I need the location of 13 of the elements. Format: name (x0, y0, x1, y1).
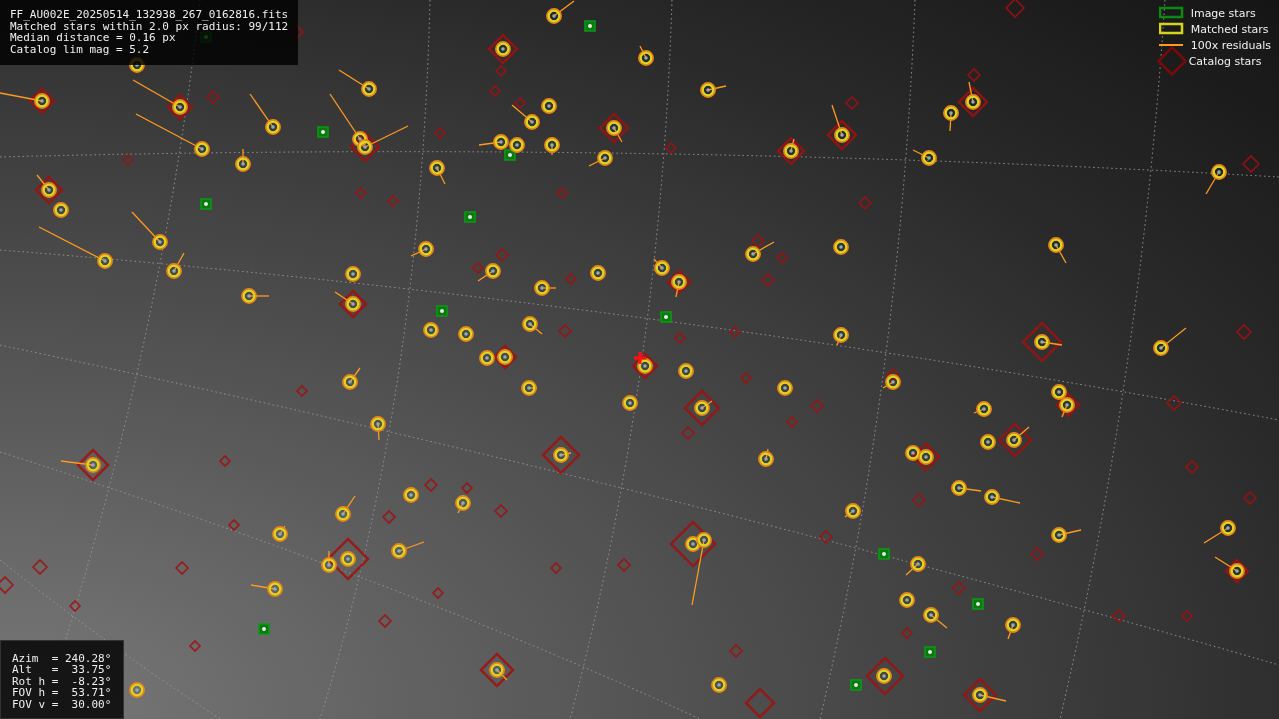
pointing-text: FOV v = 30.00° (12, 698, 112, 710)
info-text: Median distance = 0.16 px (10, 32, 176, 44)
legend-label: Matched stars (1190, 22, 1269, 36)
legend-label: Image stars (1190, 6, 1256, 20)
pointing-text: Rot h = -8.23° (12, 675, 112, 687)
info-text: Catalog lim mag = 5.2 (10, 43, 151, 55)
pointing-text: Azim = 240.28° (12, 652, 112, 664)
info-text: FF_AU002E_20250514_132938_267_0162816.fits (10, 9, 289, 21)
info-text: Matched stars within 2.0 px radius: 99/112 (10, 20, 289, 32)
legend-label: 100x residuals (1190, 38, 1271, 52)
legend-label: Catalog stars (1188, 54, 1262, 68)
pointing-text: FOV h = 53.71° (12, 687, 112, 699)
pointing-text: Alt = 33.75° (12, 664, 112, 676)
